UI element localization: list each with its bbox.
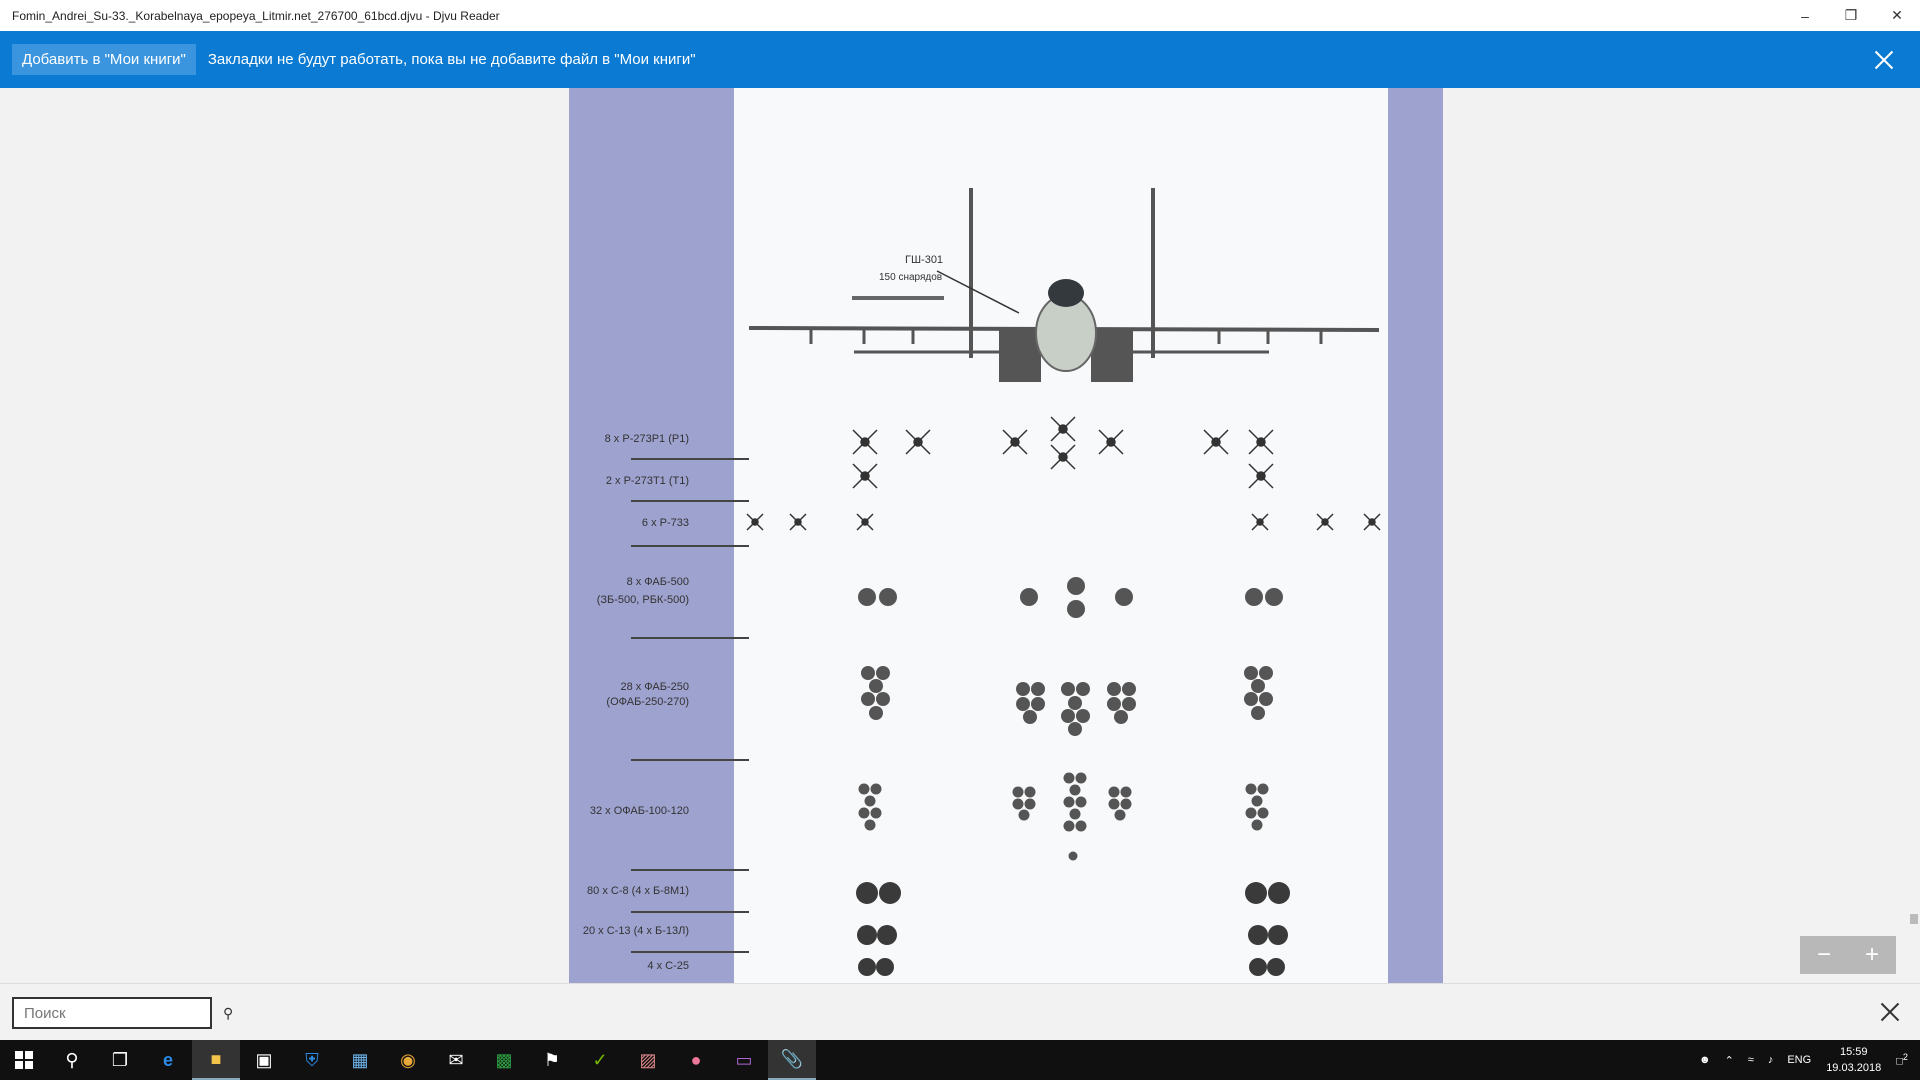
file-explorer-icon[interactable]: ■ [192,1040,240,1080]
zoom-out-button[interactable]: − [1800,936,1848,974]
djvu-reader-icon[interactable]: 📎 [768,1040,816,1080]
search-box: ⚲ [12,997,233,1029]
windows-start-icon[interactable] [0,1040,48,1080]
volume-icon[interactable]: ♪ [1761,1054,1781,1066]
language-indicator[interactable]: ENG [1780,1054,1818,1066]
store-icon[interactable]: ▣ [240,1040,288,1080]
bomb-cluster [861,666,1273,736]
taskbar: ⚲ ❐ e ■ ▣ ⛨ ▦ ◉ ✉ ▩ ⚑ ✓ ▨ ● ▭ 📎 ☻ ⌃ ≈ ♪ … [0,1040,1920,1080]
clock[interactable]: 15:59 19.03.2018 [1818,1044,1889,1076]
document-page: ГШ-301 150 снарядов 8 x P-273P1 (P1) 2 x… [569,88,1443,983]
bookmark-info-bar: Добавить в "Мои книги" Закладки не будут… [0,31,1920,88]
search-bar: ⚲ [0,983,1920,1040]
people-icon[interactable]: ☻ [1692,1054,1718,1066]
window-title: Fomin_Andrei_Su-33._Korabelnaya_epopeya_… [12,8,500,23]
ordnance-diagram [746,416,1381,976]
close-window-button[interactable]: ✕ [1874,0,1920,31]
nvidia-icon[interactable]: ✓ [576,1040,624,1080]
restore-button[interactable]: ❐ [1828,0,1874,31]
pin-icon[interactable]: ⚑ [528,1040,576,1080]
octopus-icon[interactable]: ● [672,1040,720,1080]
notifications-icon[interactable]: □2 [1889,1052,1920,1068]
edge-icon[interactable]: e [144,1040,192,1080]
folder-sync-icon[interactable]: ▭ [720,1040,768,1080]
missile-mark [852,429,878,455]
info-message: Закладки не будут работать, пока вы не д… [207,51,696,68]
network-icon[interactable]: ≈ [1741,1054,1761,1066]
search-input[interactable] [14,1000,223,1026]
zoom-controls: − + [1800,936,1896,974]
close-search-icon[interactable] [1878,1000,1902,1024]
title-bar: Fomin_Andrei_Su-33._Korabelnaya_epopeya_… [0,0,1920,31]
chevron-up-icon[interactable]: ⌃ [1718,1054,1741,1067]
task-view-icon[interactable]: ❐ [96,1040,144,1080]
system-tray: ☻ ⌃ ≈ ♪ ENG 15:59 19.03.2018 □2 [1692,1040,1920,1080]
scrollbar-thumb[interactable] [1910,914,1918,924]
mail-icon[interactable]: ✉ [432,1040,480,1080]
clock-time: 15:59 [1839,1046,1868,1058]
close-icon[interactable] [1864,40,1904,80]
zoom-in-button[interactable]: + [1848,936,1896,974]
clock-date: 19.03.2018 [1826,1062,1882,1074]
chrome-icon[interactable]: ◉ [384,1040,432,1080]
document-viewer[interactable]: ГШ-301 150 снарядов 8 x P-273P1 (P1) 2 x… [0,88,1920,983]
search-taskbar-icon[interactable]: ⚲ [48,1040,96,1080]
minimize-button[interactable]: – [1782,0,1828,31]
notification-count: 2 [1902,1052,1908,1063]
excel-icon[interactable]: ▩ [480,1040,528,1080]
add-to-my-books-button[interactable]: Добавить в "Мои книги" [12,44,196,75]
defender-icon[interactable]: ⛨ [288,1040,336,1080]
books-icon[interactable]: ▨ [624,1040,672,1080]
calendar-icon[interactable]: ▦ [336,1040,384,1080]
search-icon[interactable]: ⚲ [223,1005,233,1022]
